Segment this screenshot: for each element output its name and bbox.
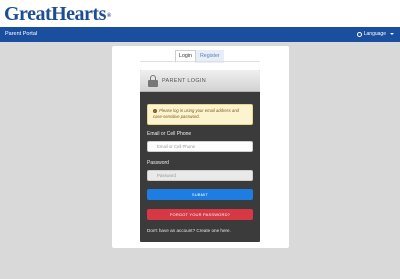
lock-icon	[148, 75, 158, 87]
info-alert: i Please log in using your email address…	[147, 104, 253, 125]
card-header: PARENT LOGIN	[140, 70, 260, 92]
tab-divider	[140, 61, 260, 62]
email-label: Email or Cell Phone	[147, 131, 192, 137]
info-icon: i	[153, 109, 157, 113]
globe-icon	[356, 31, 362, 37]
password-field[interactable]: Password	[147, 170, 253, 181]
password-label: Password	[147, 160, 169, 166]
create-account-link[interactable]: Don't have an account? Create one here.	[147, 228, 231, 234]
top-header: GreatHearts®	[0, 0, 400, 27]
greathearts-logo[interactable]: GreatHearts®	[4, 3, 111, 25]
logo-text: GreatHearts	[4, 3, 106, 25]
portal-title[interactable]: Parent Portal	[5, 30, 37, 38]
submit-button[interactable]: SUBMIT	[147, 189, 253, 200]
navigation-bar: Parent Portal Language	[0, 27, 400, 42]
forgot-password-button[interactable]: FORGOT YOUR PASSWORD?	[147, 209, 253, 220]
trademark-symbol: ®	[106, 13, 111, 19]
card-title: PARENT LOGIN	[162, 78, 207, 84]
login-card: PARENT LOGIN i Please log in using your …	[140, 70, 260, 242]
language-label: Language	[363, 31, 386, 37]
caret-down-icon	[390, 33, 394, 35]
email-field[interactable]: Email or Cell Phone	[147, 141, 253, 152]
alert-text: Please log in using your email address a…	[153, 108, 240, 119]
language-dropdown[interactable]: Language	[356, 30, 394, 38]
